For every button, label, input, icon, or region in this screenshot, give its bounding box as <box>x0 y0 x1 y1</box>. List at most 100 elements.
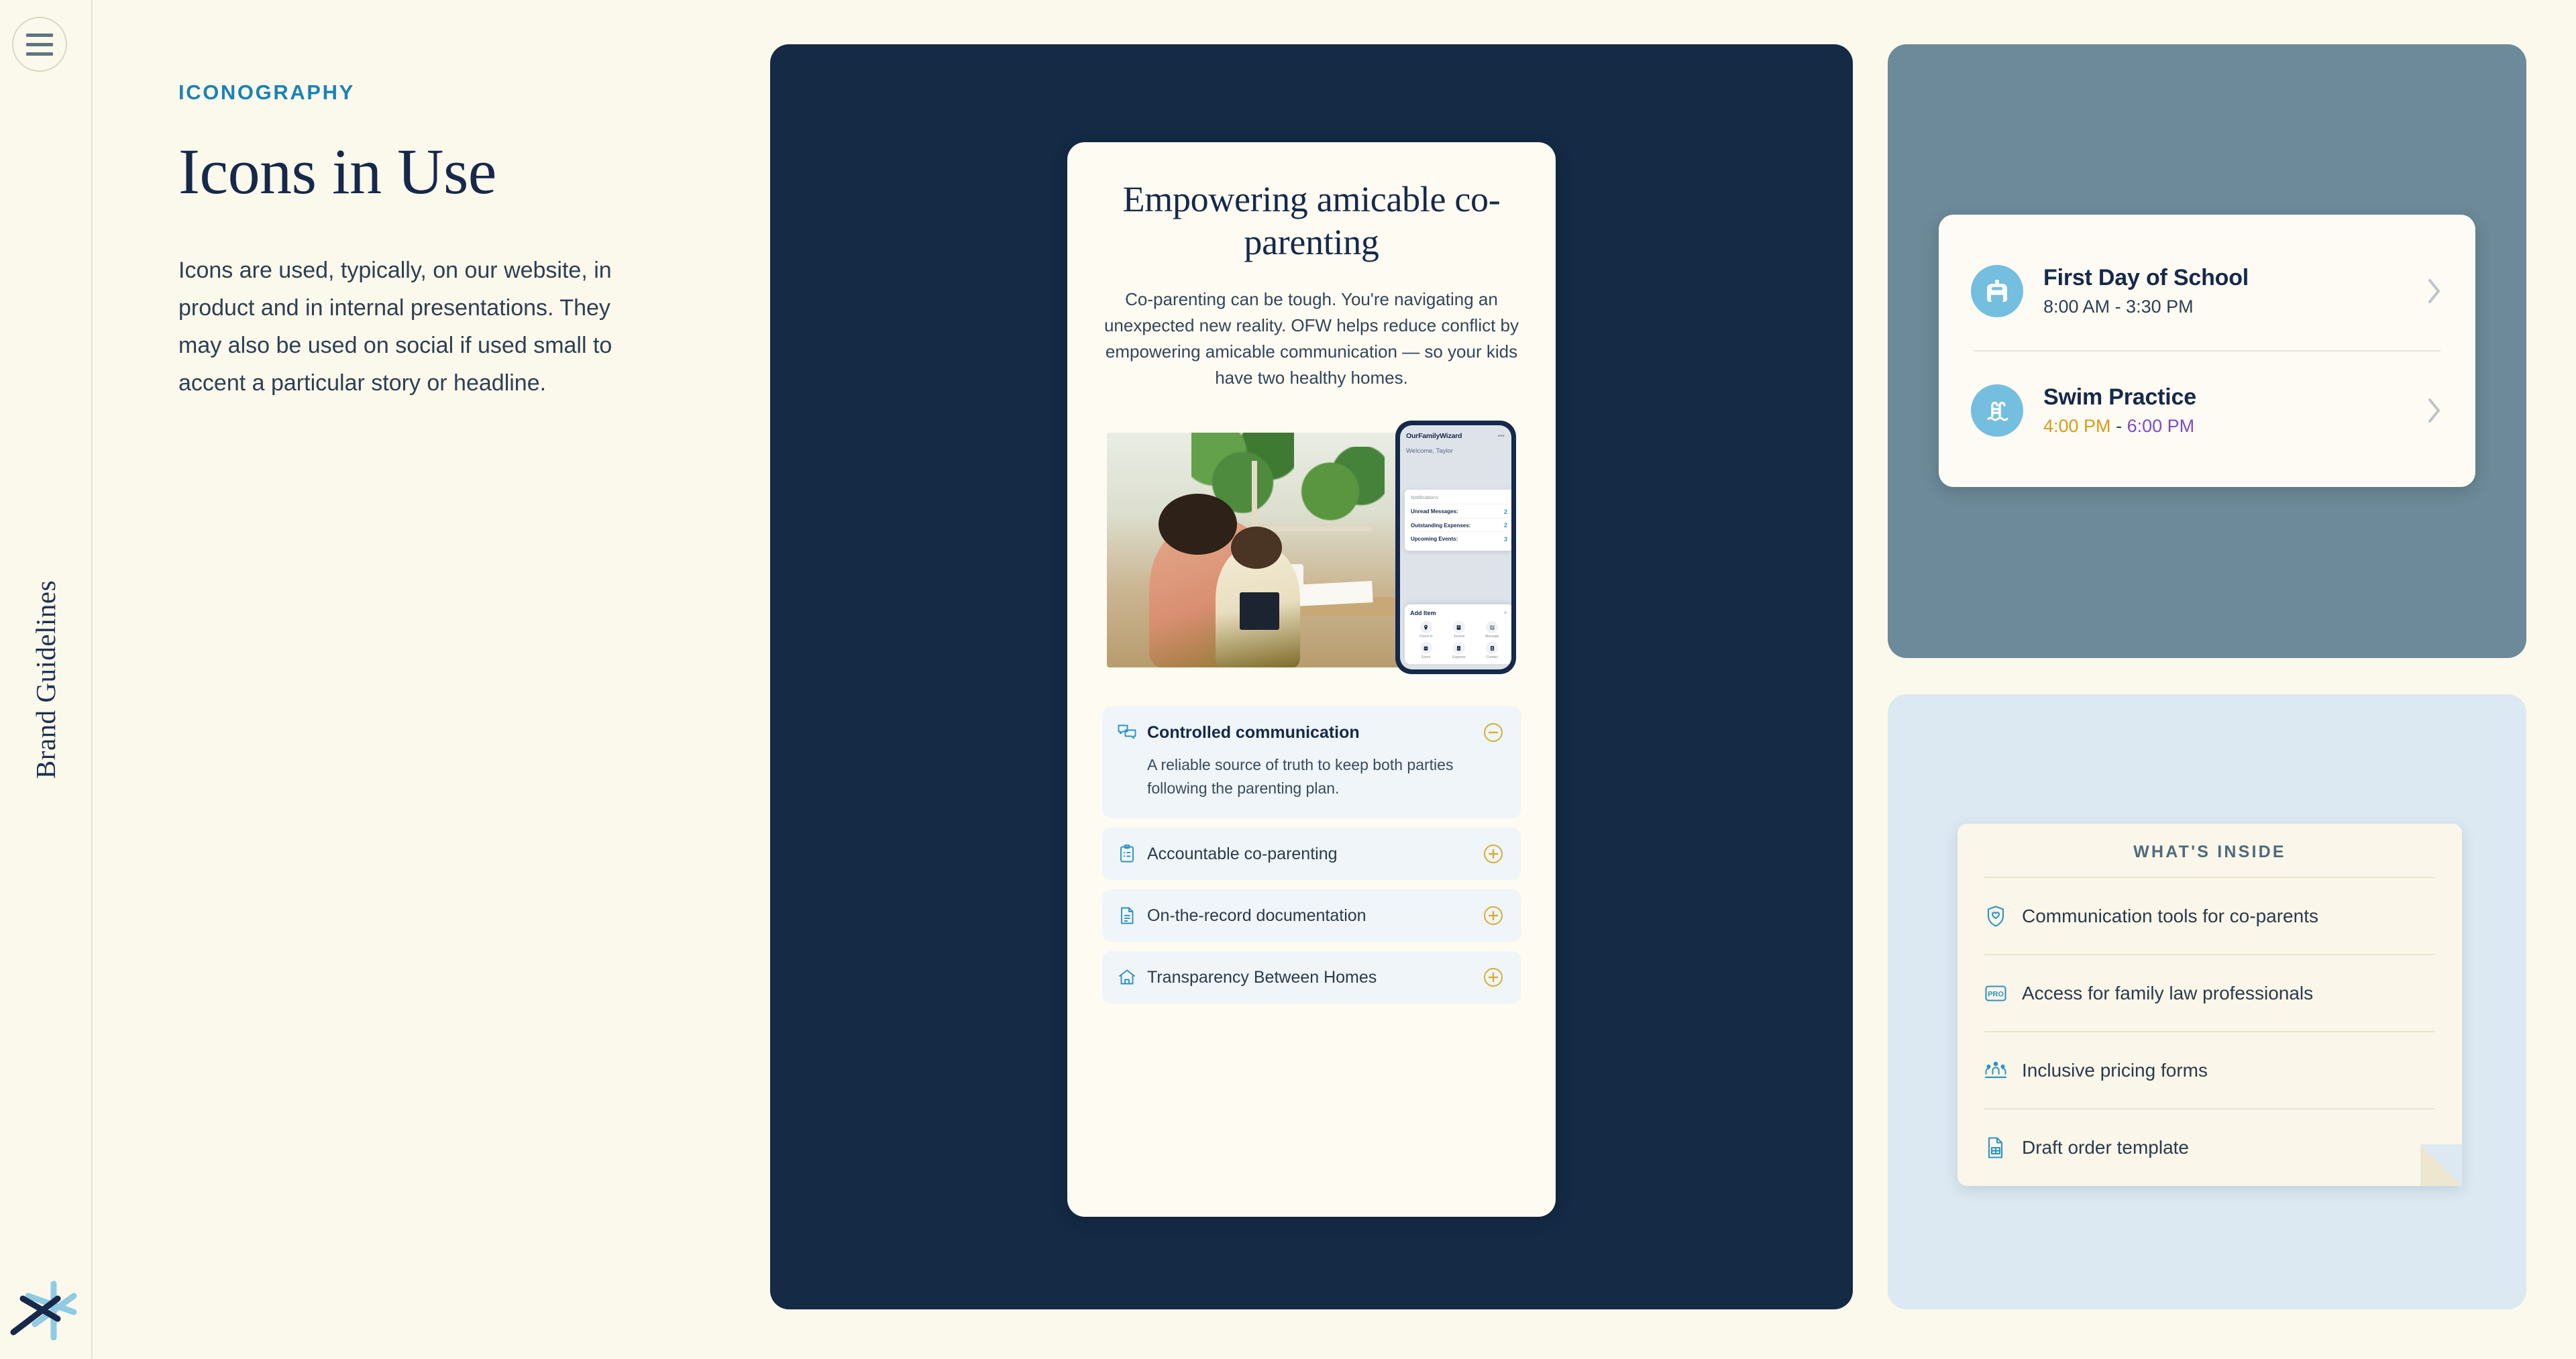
inside-item-inclusive-pricing[interactable]: Inclusive pricing forms <box>1984 1031 2435 1108</box>
add-item-option[interactable]: Message <box>1477 621 1508 639</box>
event-time: 8:00 AM - 3:30 PM <box>2043 296 2194 317</box>
family-photo <box>1107 433 1409 668</box>
feature-accordion: Controlled communication A reliable sour… <box>1102 706 1521 1004</box>
app-brand-name: OurFamilyWizard <box>1406 432 1462 441</box>
brand-guidelines-slide: Brand Guidelines ICONOGRAPHY Icons in Us… <box>0 0 2576 1359</box>
add-item-label: Journal <box>1453 635 1465 639</box>
add-item-option[interactable]: Event <box>1410 642 1442 659</box>
document-grid-icon <box>1984 1136 2007 1159</box>
page-title: Icons in Use <box>178 135 496 207</box>
inside-item-label: Communication tools for co-parents <box>2022 905 2318 926</box>
inside-item-label: Draft order template <box>2022 1136 2189 1158</box>
mobile-landing-card: Empowering amicable co-parenting Co-pare… <box>1067 142 1556 1217</box>
notification-row[interactable]: Unread Messages: 2 <box>1411 504 1507 518</box>
inside-item-communication-tools[interactable]: Communication tools for co-parents <box>1984 877 2435 954</box>
add-item-label: Check In <box>1419 635 1433 639</box>
plus-circle-icon[interactable] <box>1482 904 1505 927</box>
notification-label: Outstanding Expenses: <box>1411 522 1471 529</box>
add-item-option[interactable]: Contact <box>1477 642 1508 659</box>
notification-label: Unread Messages: <box>1411 508 1458 515</box>
phone-device-frame: OurFamilyWizard ••• Welcome, Taylor Noti… <box>1395 421 1516 675</box>
notification-label: Upcoming Events: <box>1411 536 1458 543</box>
whats-inside-card: WHAT'S INSIDE Communication tools for co… <box>1957 824 2462 1186</box>
plus-circle-icon[interactable] <box>1482 842 1505 865</box>
event-title: First Day of School <box>2043 265 2249 290</box>
chevron-right-icon[interactable] <box>2426 276 2443 306</box>
hamburger-menu-icon <box>26 52 53 56</box>
welcome-text: Welcome, Taylor <box>1406 447 1453 455</box>
accordion-label: Accountable co-parenting <box>1147 844 1338 863</box>
chat-bubbles-icon <box>1117 722 1137 743</box>
pool-ladder-icon <box>1971 384 2023 437</box>
shield-heart-icon <box>1984 905 2007 928</box>
hamburger-menu-button[interactable] <box>12 17 67 72</box>
event-row-first-day-of-school[interactable]: First Day of School 8:00 AM - 3:30 PM <box>1971 232 2443 350</box>
intro-block: ICONOGRAPHY Icons in Use Icons are used,… <box>178 80 661 402</box>
accordion-item-accountable-co-parenting[interactable]: Accountable co-parenting <box>1102 828 1521 881</box>
inside-item-draft-order[interactable]: Draft order template <box>1984 1108 2435 1185</box>
pin-icon <box>1419 621 1432 634</box>
chevron-right-icon[interactable] <box>2426 396 2443 425</box>
add-item-sheet: Add Item ✕ Check In Journal Message Even… <box>1405 604 1511 665</box>
accordion-item-on-the-record-documentation[interactable]: On-the-record documentation <box>1102 889 1521 942</box>
notification-count: 2 <box>1503 508 1507 515</box>
whats-inside-header: WHAT'S INSIDE <box>2133 842 2286 861</box>
event-time-start: 4:00 PM <box>2043 416 2111 436</box>
add-item-label: Event <box>1421 655 1431 660</box>
section-eyebrow: ICONOGRAPHY <box>178 80 355 104</box>
backpack-icon <box>1971 265 2023 317</box>
accordion-item-controlled-communication[interactable]: Controlled communication A reliable sour… <box>1102 706 1521 819</box>
add-item-label: Expense <box>1452 655 1466 660</box>
add-item-option[interactable]: $ Expense <box>1443 642 1474 659</box>
event-time: 4:00 PM - 6:00 PM <box>2043 416 2426 437</box>
svg-text:PRO: PRO <box>1988 990 2004 998</box>
accordion-label: Controlled communication <box>1147 722 1360 742</box>
clipboard-checklist-icon <box>1117 844 1137 864</box>
accordion-label: On-the-record documentation <box>1147 906 1366 925</box>
inside-item-label: Access for family law professionals <box>2022 982 2314 1003</box>
ofw-asterisk-logo <box>9 1270 79 1341</box>
mobile-subheadline: Co-parenting can be tough. You're naviga… <box>1104 289 1519 388</box>
add-item-header: Add Item <box>1410 610 1436 617</box>
add-item-option[interactable]: Check In <box>1410 621 1442 639</box>
add-item-option[interactable]: Journal <box>1443 621 1474 639</box>
inside-item-pro-access[interactable]: PRO Access for family law professionals <box>1984 954 2435 1031</box>
add-item-label: Contact <box>1486 655 1498 660</box>
notifications-header: Notifications <box>1411 494 1438 501</box>
accordion-label: Transparency Between Homes <box>1147 967 1377 987</box>
product-mockup: OurFamilyWizard ••• Welcome, Taylor Noti… <box>1107 421 1516 675</box>
contact-icon <box>1486 642 1499 655</box>
pro-badge-icon: PRO <box>1984 982 2007 1005</box>
plus-circle-icon[interactable] <box>1482 966 1505 989</box>
event-time-separator: - <box>2110 416 2127 436</box>
event-row-swim-practice[interactable]: Swim Practice 4:00 PM - 6:00 PM <box>1971 351 2443 470</box>
notifications-panel: Notifications Unread Messages: 2 Outstan… <box>1405 490 1511 551</box>
left-rail: Brand Guidelines <box>0 0 93 1359</box>
overflow-menu-icon[interactable]: ••• <box>1497 433 1505 440</box>
close-icon[interactable]: ✕ <box>1503 610 1507 616</box>
notification-count: 2 <box>1503 522 1507 529</box>
add-item-label: Message <box>1485 635 1499 639</box>
journal-icon <box>1452 621 1465 634</box>
phone-screen: OurFamilyWizard ••• Welcome, Taylor Noti… <box>1400 425 1511 670</box>
notification-row[interactable]: Outstanding Expenses: 2 <box>1411 517 1507 532</box>
notification-count: 3 <box>1503 535 1507 543</box>
calendar-icon <box>1419 642 1432 655</box>
event-time-end: 6:00 PM <box>2127 416 2195 436</box>
hamburger-menu-icon <box>26 42 53 46</box>
hamburger-menu-icon <box>26 33 53 37</box>
minus-circle-icon[interactable] <box>1482 721 1505 744</box>
compose-icon <box>1486 621 1499 634</box>
notification-row[interactable]: Upcoming Events: 3 <box>1411 531 1507 545</box>
event-title: Swim Practice <box>2043 384 2196 410</box>
events-card: First Day of School 8:00 AM - 3:30 PM Sw… <box>1939 215 2475 487</box>
document-icon <box>1117 906 1137 926</box>
mobile-headline: Empowering amicable co-parenting <box>1122 179 1501 262</box>
group-people-icon <box>1984 1059 2007 1082</box>
page-fold-corner <box>2420 1144 2462 1186</box>
expense-icon: $ <box>1452 642 1465 655</box>
accordion-body: A reliable source of truth to keep both … <box>1147 756 1454 797</box>
accordion-item-transparency-between-homes[interactable]: Transparency Between Homes <box>1102 951 1521 1004</box>
vertical-deck-title: Brand Guidelines <box>30 580 61 779</box>
inside-item-label: Inclusive pricing forms <box>2022 1059 2208 1081</box>
